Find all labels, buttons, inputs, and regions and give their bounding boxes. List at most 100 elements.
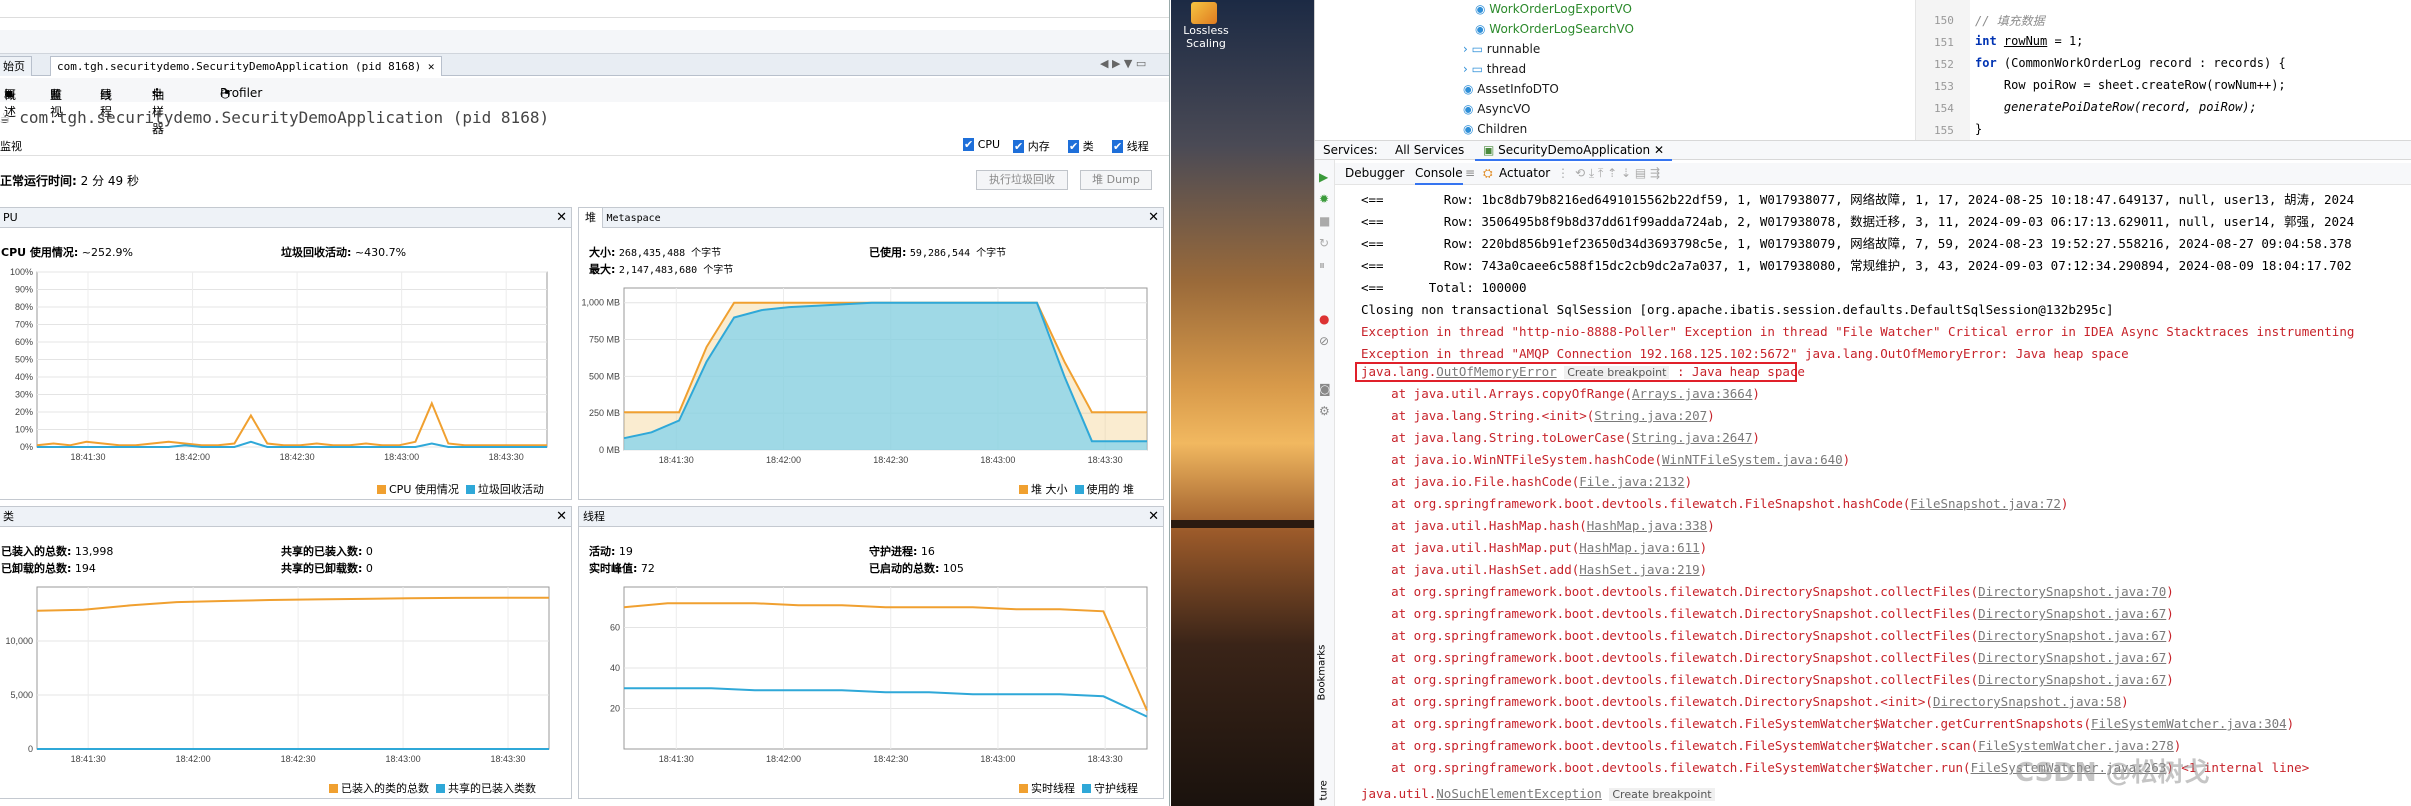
source-link[interactable]: DirectorySnapshot.java:70 (1978, 584, 2166, 599)
tree-item[interactable]: ◉ WorkOrderLogSearchVO (1475, 22, 1634, 36)
tab-console[interactable]: Console (1415, 163, 1463, 185)
heap-panel: 堆 Metaspace ✕ 大小: 268,435,488 个字节 最大: 2,1… (578, 207, 1164, 500)
mute-breakpoints-icon[interactable]: ⊘ (1319, 334, 1329, 348)
x-tick-label: 18:42:30 (280, 452, 315, 462)
y-tick-label: 50% (15, 355, 33, 365)
stop-icon[interactable]: ■ (1319, 214, 1330, 228)
bookmarks-side-tab[interactable]: Bookmarks (1317, 645, 1328, 701)
source-link[interactable]: DirectorySnapshot.java:58 (1933, 694, 2121, 709)
x-tick-label: 18:41:30 (659, 754, 694, 764)
x-tick-label: 18:42:00 (766, 754, 801, 764)
close-icon[interactable]: ✕ (428, 60, 435, 73)
tree-item[interactable]: ◉ AssetInfoDTO (1463, 82, 1559, 96)
tree-item[interactable]: › ▭ runnable (1463, 42, 1540, 56)
uptime-label: 正常运行时间: (0, 174, 77, 188)
more-icon[interactable]: ⋮ (1557, 166, 1569, 180)
tree-item[interactable]: ◉ AsyncVO (1463, 102, 1531, 116)
stack-frame: at java.util.HashSet.add(HashSet.java:21… (1361, 562, 1707, 578)
check-threads[interactable]: ✔ 线程 (1112, 138, 1149, 154)
gc-activity-stat: 垃圾回收活动: ~430.7% (281, 244, 406, 260)
tab-nav-icons[interactable]: ◀ ▶ ▼ ▭ (1100, 57, 1146, 70)
stack-frame-text: ) (1752, 386, 1760, 401)
check-classes[interactable]: ✔ 类 (1068, 138, 1094, 154)
tab-heap[interactable]: 堆 (579, 208, 603, 228)
daemon-threads-stat: 守护进程: 16 (869, 543, 935, 559)
console-toolbar-icons[interactable]: ⟲ ⤓ ⤒ ⇡ ⇣ ▤ ⇶ (1575, 166, 1660, 181)
source-link[interactable]: FileSnapshot.java:72 (1910, 496, 2061, 511)
stack-frame-text: at java.lang.String.toLowerCase( (1361, 430, 1632, 445)
heap-dump-button[interactable]: 堆 Dump (1080, 170, 1152, 190)
tab-app[interactable]: com.tgh.securitydemo.SecurityDemoApplica… (50, 56, 442, 76)
console-output[interactable]: <== Row: 1bc8db79b8216ed6491015562b22df5… (1335, 186, 2411, 806)
last-exception-link[interactable]: NoSuchElementException (1436, 786, 1602, 801)
pause-icon[interactable]: ⏸ (1319, 258, 1325, 273)
desktop-icon-label-1: Lossless (1183, 24, 1229, 37)
y-tick-label: 40% (15, 372, 33, 382)
camera-icon[interactable]: ◙ (1319, 382, 1331, 396)
source-link[interactable]: HashMap.java:338 (1587, 518, 1707, 533)
close-icon[interactable]: ✕ (1654, 143, 1664, 157)
oom-class-link[interactable]: OutOfMemoryError (1436, 364, 1556, 379)
source-link[interactable]: HashMap.java:611 (1579, 540, 1699, 555)
check-classes-label: 类 (1082, 140, 1094, 153)
code-editor[interactable]: // 填充数据 int rowNum = 1; for (CommonWorkO… (1975, 0, 2286, 136)
tab-all-services[interactable]: All Services (1395, 143, 1464, 157)
source-link[interactable]: DirectorySnapshot.java:67 (1978, 672, 2166, 687)
settings-icon[interactable]: ⚙ (1319, 404, 1330, 418)
structure-side-tab[interactable]: ture (1319, 771, 1330, 800)
legend-swatch (436, 784, 445, 793)
tab-metaspace[interactable]: Metaspace (607, 213, 661, 224)
tab-start-page[interactable]: 始页 (0, 56, 32, 76)
check-memory[interactable]: ✔ 内存 (1013, 138, 1050, 154)
source-link[interactable]: HashSet.java:219 (1579, 562, 1699, 577)
stack-frame-text: ) (1752, 430, 1760, 445)
tab-security-demo[interactable]: ▣ SecurityDemoApplication ✕ (1475, 141, 1673, 161)
close-icon[interactable]: ✕ (556, 507, 567, 527)
close-icon[interactable]: ✕ (1148, 507, 1159, 527)
source-link[interactable]: DirectorySnapshot.java:67 (1978, 650, 2166, 665)
last-exception-prefix: java.util. (1361, 786, 1437, 801)
lossless-scaling-icon[interactable] (1191, 2, 1217, 24)
source-link[interactable]: FileSystemWatcher.java:278 (1978, 738, 2174, 753)
source-link[interactable]: Arrays.java:3664 (1632, 386, 1752, 401)
tree-item[interactable]: ◉ Children (1463, 122, 1527, 136)
y-tick-label: 90% (15, 285, 33, 295)
gc-activity-label: 垃圾回收活动: (281, 246, 352, 259)
source-link[interactable]: File.java:2132 (1579, 474, 1684, 489)
tab-actuator[interactable]: Actuator (1499, 166, 1550, 180)
source-link[interactable]: DirectorySnapshot.java:67 (1978, 628, 2166, 643)
desktop-icon-label: Lossless Scaling (1171, 24, 1241, 50)
resume-icon[interactable]: ▶ (1319, 170, 1328, 184)
tree-item[interactable]: ◉ WorkOrderLogExportVO (1475, 2, 1632, 16)
close-icon[interactable]: ✕ (1148, 208, 1159, 228)
toolbar (0, 30, 1169, 54)
tree-item[interactable]: › ▭ thread (1463, 62, 1526, 76)
stack-frame-text: at org.springframework.boot.devtools.fil… (1361, 672, 1979, 687)
y-tick-label: 0% (20, 442, 33, 452)
close-icon[interactable]: ✕ (556, 208, 567, 228)
window-topbar (0, 0, 1169, 18)
debug-icon[interactable]: ✹ (1319, 192, 1329, 206)
line-number: 150 (1934, 14, 1954, 27)
source-link[interactable]: DirectorySnapshot.java:67 (1978, 606, 2166, 621)
menu-icon[interactable]: ≡ (1465, 166, 1475, 180)
tab-debugger[interactable]: Debugger (1345, 166, 1404, 180)
source-link[interactable]: String.java:207 (1594, 408, 1707, 423)
source-link[interactable]: WinNTFileSystem.java:640 (1662, 452, 1843, 467)
rerun-icon[interactable]: ↻ (1319, 236, 1329, 250)
x-tick-label: 18:43:00 (386, 754, 421, 764)
stack-frame-text: at java.util.Arrays.copyOfRange( (1361, 386, 1632, 401)
stack-frame-text: ) (1707, 408, 1715, 423)
create-breakpoint-link[interactable]: Create breakpoint (1564, 366, 1670, 379)
create-breakpoint-link[interactable]: Create breakpoint (1609, 788, 1715, 801)
source-link[interactable]: FileSystemWatcher.java:304 (2091, 716, 2287, 731)
breakpoints-icon[interactable]: ● (1319, 312, 1329, 326)
x-tick-label: 18:43:00 (980, 455, 1015, 465)
code-line: generatePoiDateRow(record, poiRow); (1975, 100, 2257, 114)
gc-button[interactable]: 执行垃圾回收 (976, 170, 1068, 190)
stack-frame-text: at org.springframework.boot.devtools.fil… (1361, 584, 1979, 599)
check-cpu[interactable]: ✔ CPU (963, 138, 1000, 151)
source-link[interactable]: String.java:2647 (1632, 430, 1752, 445)
heap-used-stat: 已使用: 59,286,544 个字节 (869, 244, 1006, 260)
threads-chart: 20 40 60 18:41:30 18:42:00 18:42:30 18:43:00 18… (610, 586, 1148, 764)
